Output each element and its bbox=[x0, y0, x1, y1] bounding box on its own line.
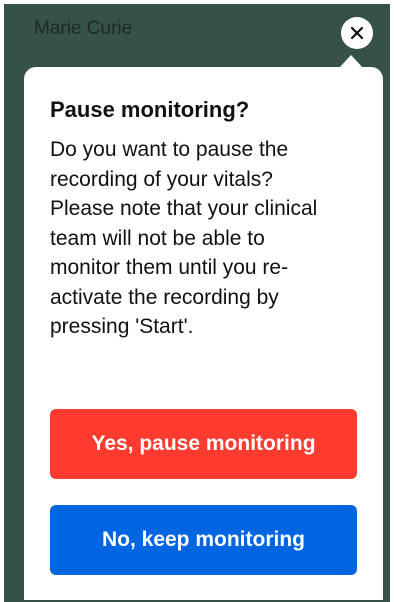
dialog-message: Do you want to pause the recording of yo… bbox=[50, 138, 318, 338]
pause-monitoring-button[interactable]: Yes, pause monitoring bbox=[50, 409, 357, 479]
close-button[interactable] bbox=[341, 17, 373, 49]
patient-name: Marie Curie bbox=[34, 18, 133, 39]
keep-monitoring-button[interactable]: No, keep monitoring bbox=[50, 505, 357, 575]
dialog-title: Pause monitoring? bbox=[50, 97, 250, 122]
pause-monitoring-dialog: Pause monitoring? Do you want to pause t… bbox=[24, 67, 383, 600]
close-icon bbox=[350, 26, 364, 40]
